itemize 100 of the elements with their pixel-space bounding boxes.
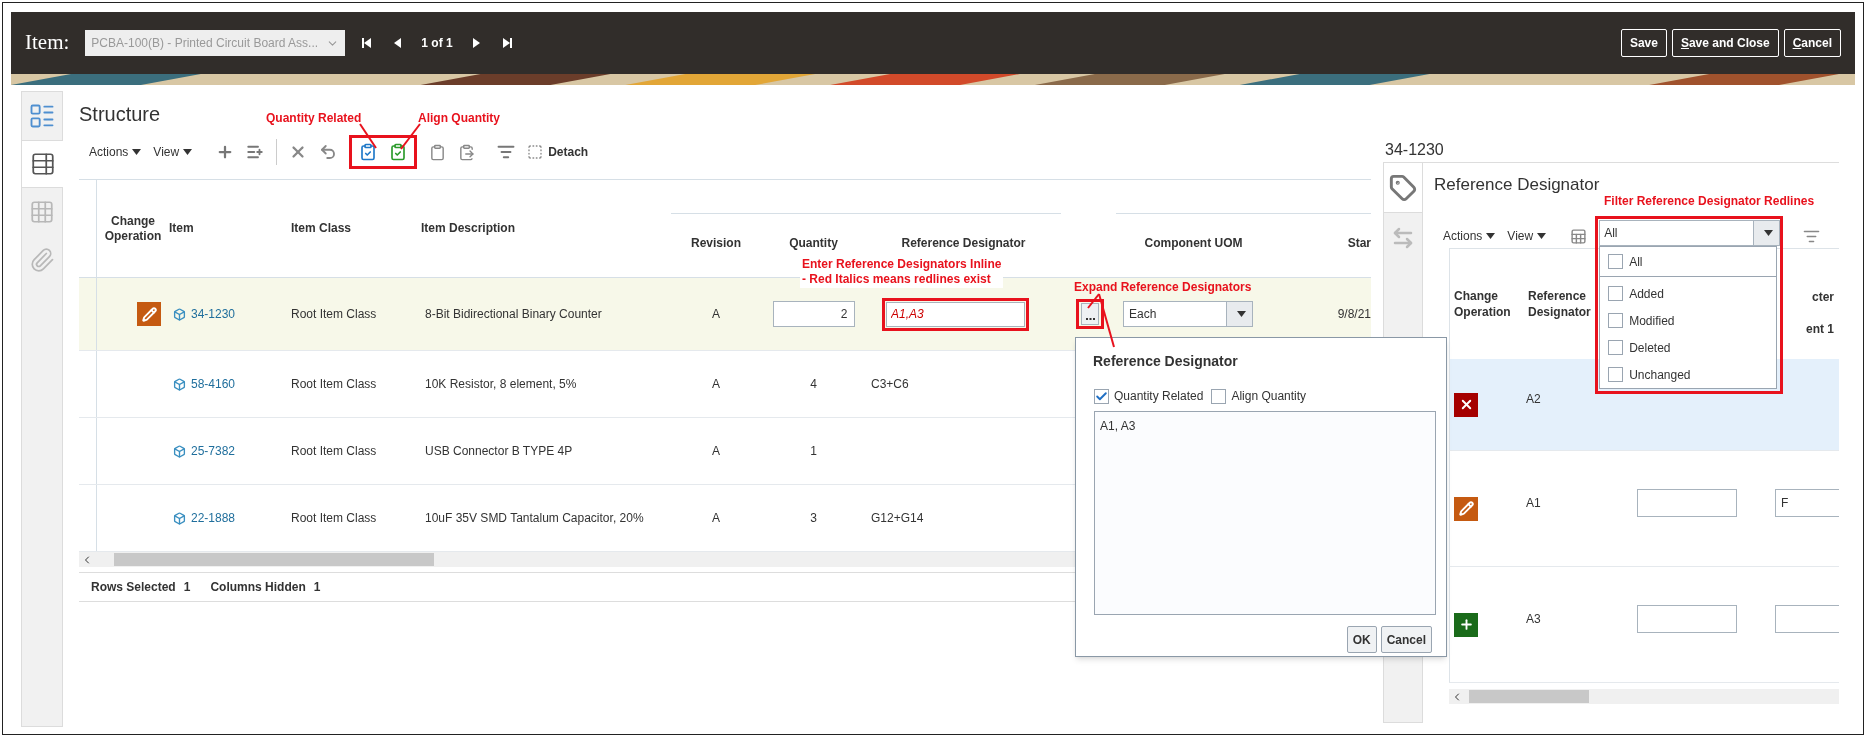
dropdown-option[interactable]: Added	[1600, 280, 1777, 307]
edit-operation-icon[interactable]	[137, 302, 161, 326]
dropdown-option[interactable]: Modified	[1600, 307, 1777, 334]
panel-title: Structure	[79, 102, 161, 123]
column-header: Item Class	[291, 221, 352, 236]
panel-title: Reference Designator	[1434, 174, 1600, 196]
item-link[interactable]: 34-1230	[191, 305, 236, 323]
checkbox[interactable]	[1211, 388, 1227, 404]
table-cell-text: A	[712, 376, 720, 393]
side-tab[interactable]	[22, 140, 63, 188]
item-link[interactable]: 58-4160	[191, 375, 236, 393]
item-link[interactable]: 25-7382	[191, 442, 236, 460]
cube-icon	[173, 444, 186, 458]
footer-value: 1	[183, 579, 191, 596]
annotation-label: Quantity Related	[266, 111, 362, 126]
table-cell-text: 4	[810, 376, 817, 393]
table-cell-text: Root Item Class	[291, 510, 377, 527]
cube-icon	[173, 307, 186, 321]
table-cell-text: A1	[1526, 494, 1541, 512]
table-cell-text: 9/8/21	[1337, 306, 1371, 323]
header-button[interactable]: Save	[1620, 29, 1667, 57]
designator-text-area[interactable]: A1, A3	[1094, 411, 1436, 615]
delete-operation-icon[interactable]	[1454, 392, 1478, 417]
table-cell-text: G12+G14	[871, 510, 924, 527]
detach-button[interactable]: Detach	[527, 143, 589, 161]
quantity-field[interactable]: 2	[772, 301, 855, 327]
footer-value: 1	[313, 579, 321, 596]
dropdown-option[interactable]: Unchanged	[1600, 361, 1777, 388]
clipboard-check-icon[interactable]	[359, 143, 378, 161]
filter-icon[interactable]	[497, 143, 516, 161]
clipboard-check-icon[interactable]	[389, 143, 408, 161]
horizontal-scrollbar[interactable]	[1449, 689, 1839, 704]
undo-icon[interactable]	[319, 143, 338, 161]
caret-icon	[132, 149, 142, 155]
table-cell-text: 10K Resistor, 8 element, 5%	[425, 376, 577, 393]
grid-icon	[29, 199, 55, 225]
table-row[interactable]: A3	[1449, 567, 1839, 683]
table-cell-text: 3	[810, 510, 817, 527]
paste-icon[interactable]	[458, 143, 476, 161]
checkbox[interactable]	[1608, 286, 1624, 301]
side-tab[interactable]	[1384, 163, 1422, 213]
record-title: 34-1230	[1385, 140, 1445, 160]
menu-button[interactable]: Actions	[1443, 227, 1496, 245]
checkbox[interactable]	[1608, 340, 1624, 355]
header-button[interactable]: Cancel	[1783, 29, 1841, 57]
add-row-icon[interactable]	[246, 143, 265, 161]
table-cell-text: 10uF 35V SMD Tantalum Capacitor, 20%	[425, 510, 644, 527]
table-cell-text: Root Item Class	[291, 376, 377, 393]
text-field[interactable]: F	[1775, 488, 1839, 517]
last-page-icon[interactable]	[500, 36, 513, 50]
first-page-icon[interactable]	[361, 36, 374, 50]
table-cell-text: A	[712, 306, 720, 323]
caret-icon	[1537, 233, 1547, 239]
menu-button[interactable]: View	[1507, 227, 1547, 245]
table-cell-text: USB Connector B TYPE 4P	[425, 443, 573, 460]
table-icon	[29, 151, 56, 177]
checkbox[interactable]	[1608, 367, 1624, 382]
footer-label: Rows Selected	[91, 579, 176, 596]
menu-button[interactable]: View	[153, 143, 193, 161]
column-header: ent 1	[1806, 321, 1834, 338]
edit-operation-icon[interactable]	[1454, 496, 1478, 521]
dialog-button[interactable]: Cancel	[1380, 626, 1432, 653]
detach-icon	[527, 144, 544, 160]
item-link[interactable]: 22-1888	[191, 509, 236, 527]
uom-select[interactable]: Each	[1123, 301, 1253, 327]
checkbox[interactable]	[1608, 313, 1624, 328]
text-field[interactable]	[1637, 604, 1737, 633]
dialog-button[interactable]: OK	[1346, 626, 1377, 653]
table-row[interactable]: A1 F	[1449, 451, 1839, 567]
footer-label: Columns Hidden	[210, 579, 306, 596]
table-cell-text: A3	[1526, 610, 1541, 628]
paperclip-icon	[29, 247, 55, 273]
add-operation-icon[interactable]	[1454, 612, 1478, 637]
dialog-title: Reference Designator	[1093, 353, 1239, 369]
header-button[interactable]: Save and Close	[1671, 29, 1779, 57]
caret-icon	[183, 149, 193, 155]
reference-designator-field[interactable]: A1,A3	[886, 301, 1025, 327]
filter-select[interactable]: All	[1599, 220, 1781, 246]
table-settings-icon[interactable]	[1570, 227, 1588, 245]
checkbox[interactable]	[1094, 388, 1109, 404]
column-header: Quantity	[789, 236, 838, 251]
cube-icon	[173, 511, 186, 525]
menu-button[interactable]: Actions	[89, 143, 142, 161]
swap-icon	[1391, 226, 1415, 250]
copy-icon[interactable]	[429, 143, 447, 161]
annotation-label: Expand Reference Designators	[1074, 280, 1252, 295]
dropdown-option[interactable]: Deleted	[1600, 334, 1777, 361]
ellipsis-button[interactable]	[1081, 303, 1099, 325]
caret-icon	[1764, 230, 1774, 236]
caret-icon	[1237, 311, 1246, 317]
column-header: Change Operation	[103, 213, 163, 244]
column-header: Component UOM	[1144, 236, 1243, 251]
column-header: Change Operation	[1454, 288, 1512, 320]
checkbox[interactable]	[1608, 254, 1624, 269]
annotation-label: Enter Reference Designators Inline - Red Italics means redlines exist	[800, 256, 1004, 288]
checkbox-label: Align Quantity	[1231, 388, 1307, 405]
tag-icon	[1389, 173, 1417, 202]
text-field[interactable]	[1637, 488, 1737, 517]
table-cell-text: A	[712, 510, 720, 527]
table-cell-text: 1	[810, 443, 817, 460]
